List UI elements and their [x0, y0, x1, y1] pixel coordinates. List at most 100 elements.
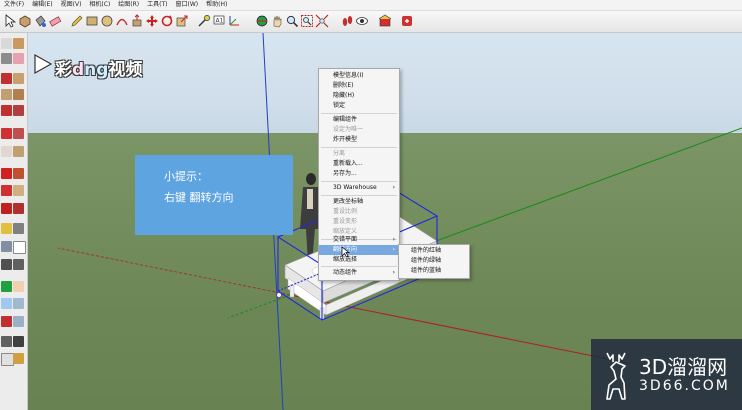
menu-item-model-info[interactable]: 模型信息(I) — [319, 71, 399, 81]
move-icon[interactable] — [145, 14, 159, 28]
look-around-icon[interactable] — [355, 14, 369, 28]
menu-item-edit-component[interactable]: 编辑组件 — [319, 115, 399, 125]
menu-draw[interactable]: 绘图(R) — [114, 0, 143, 10]
select-arrow-icon[interactable] — [3, 14, 17, 28]
freehand-tool-icon[interactable] — [13, 73, 24, 84]
menu-tools[interactable]: 工具(T) — [143, 0, 171, 10]
component-icon[interactable] — [18, 14, 32, 28]
context-menu: 模型信息(I) 删除(E) 隐藏(H) 锁定 编辑组件 设定为唯一 炸开模型 分… — [318, 68, 400, 281]
walk-tool-icon[interactable] — [13, 336, 24, 347]
polygon-tool-icon[interactable] — [13, 105, 24, 116]
submenu-item-blue-axis[interactable]: 组件的蓝轴 — [399, 266, 469, 276]
walk-icon[interactable] — [340, 14, 354, 28]
arc-tool-icon[interactable] — [1, 128, 12, 139]
scale-tool-icon[interactable] — [13, 185, 24, 196]
pencil-icon[interactable] — [70, 14, 84, 28]
menu-item-reset-scale: 重设比例 — [333, 208, 358, 215]
arc-icon[interactable] — [115, 14, 129, 28]
rectangle-tool-icon[interactable] — [1, 89, 12, 100]
eraser-icon[interactable] — [48, 14, 62, 28]
axes-icon[interactable] — [227, 14, 241, 28]
component-origin-icon — [276, 292, 282, 298]
orbit-tool-icon[interactable] — [1, 281, 12, 292]
follow-me-tool-icon[interactable] — [13, 168, 24, 179]
deer-logo-icon — [606, 352, 626, 400]
main-toolbar: A1 — [0, 11, 742, 33]
menu-item-dynamic-components-label: 动态组件 — [333, 269, 358, 276]
submenu-item-red-axis[interactable]: 组件的红轴 — [399, 246, 469, 256]
paint-bucket-tool-icon[interactable] — [1, 53, 12, 64]
menu-item-lock[interactable]: 锁定 — [319, 101, 399, 111]
menu-item-reload[interactable]: 重新载入... — [319, 159, 399, 169]
submenu-arrow-icon: › — [392, 269, 395, 276]
menu-view[interactable]: 视图(V) — [57, 0, 86, 10]
menu-item-hide[interactable]: 隐藏(H) — [319, 91, 399, 101]
push-pull-tool-icon[interactable] — [13, 146, 24, 157]
protractor-tool-icon[interactable] — [1, 241, 12, 252]
section-plane-tool-icon[interactable] — [13, 353, 24, 364]
menu-item-dynamic-components[interactable]: 动态组件 › — [319, 268, 399, 278]
flip-tool-icon[interactable] — [13, 203, 24, 214]
zoom-tool-icon[interactable] — [1, 298, 12, 309]
pan-tool-icon[interactable] — [13, 281, 24, 292]
menu-item-reset-skew: 重设变形 — [333, 218, 358, 225]
position-camera-tool-icon[interactable] — [1, 336, 12, 347]
tape-measure-icon[interactable] — [197, 14, 211, 28]
rectangle-icon[interactable] — [85, 14, 99, 28]
menu-camera[interactable]: 相机(C) — [85, 0, 114, 10]
text-icon[interactable]: A1 — [212, 14, 226, 28]
3d-warehouse-icon[interactable] — [378, 14, 392, 28]
menu-separator — [321, 147, 397, 148]
watermark-domain: 3D66.COM — [639, 378, 730, 394]
menu-item-save-as[interactable]: 另存为... — [319, 169, 399, 179]
select-tool-icon[interactable] — [1, 38, 12, 49]
circle-icon[interactable] — [100, 14, 114, 28]
flip-along-submenu: 组件的红轴 组件的绿轴 组件的蓝轴 — [398, 244, 470, 279]
menu-item-change-axes[interactable]: 更改坐标轴 — [319, 197, 399, 207]
circle-tool-icon[interactable] — [1, 105, 12, 116]
menu-help[interactable]: 帮助(H) — [202, 0, 231, 10]
extension-warehouse-icon[interactable] — [400, 14, 414, 28]
menu-edit[interactable]: 编辑(E) — [28, 0, 56, 10]
menu-window[interactable]: 窗口(W) — [172, 0, 203, 10]
red-axis-negative — [57, 247, 291, 296]
submenu-item-green-axis[interactable]: 组件的绿轴 — [399, 256, 469, 266]
rotate-icon[interactable] — [160, 14, 174, 28]
eraser-tool-icon[interactable] — [13, 53, 24, 64]
text-tool-icon[interactable] — [13, 241, 26, 254]
zoom-icon[interactable] — [285, 14, 299, 28]
make-component-icon[interactable] — [13, 38, 24, 49]
zoom-window-tool-icon[interactable] — [13, 298, 24, 309]
offset-tool-icon[interactable] — [1, 203, 12, 214]
paint-bucket-icon[interactable] — [33, 14, 47, 28]
pie-tool-icon[interactable] — [13, 128, 24, 139]
push-pull-icon[interactable] — [130, 14, 144, 28]
rotated-rect-tool-icon[interactable] — [13, 89, 24, 100]
zoom-extents-icon[interactable] — [315, 14, 329, 28]
arc3-tool-icon[interactable] — [1, 146, 12, 157]
menu-item-zoom-selection[interactable]: 缩放选择 — [319, 255, 399, 265]
menu-item-explode[interactable]: 炸开模型 — [319, 135, 399, 145]
menu-item-flip-along[interactable]: 翻转方向 › — [319, 245, 399, 255]
tape-measure-tool-icon[interactable] — [1, 223, 12, 234]
mouse-cursor-icon — [341, 246, 350, 258]
rotate-tool-icon[interactable] — [1, 185, 12, 196]
previous-view-tool-icon[interactable] — [13, 316, 24, 327]
orbit-icon[interactable] — [255, 14, 269, 28]
menu-item-intersect-faces[interactable]: 交错平面 › — [319, 235, 399, 245]
zoom-extents-tool-icon[interactable] — [1, 316, 12, 327]
menu-item-3d-warehouse[interactable]: 3D Warehouse › — [319, 183, 399, 193]
logo-part-2: d — [72, 60, 85, 80]
green-axis-negative — [227, 294, 291, 319]
axes-tool-icon[interactable] — [1, 259, 12, 270]
3d-text-tool-icon[interactable] — [13, 259, 24, 270]
scale-icon[interactable] — [175, 14, 189, 28]
zoom-window-icon[interactable] — [300, 14, 314, 28]
menu-separator — [321, 181, 397, 182]
dimension-tool-icon[interactable] — [13, 223, 24, 234]
pan-icon[interactable] — [270, 14, 284, 28]
menu-item-delete[interactable]: 删除(E) — [319, 81, 399, 91]
move-tool-icon[interactable] — [1, 168, 12, 179]
menu-file[interactable]: 文件(F) — [0, 0, 28, 10]
line-tool-icon[interactable] — [1, 73, 12, 84]
